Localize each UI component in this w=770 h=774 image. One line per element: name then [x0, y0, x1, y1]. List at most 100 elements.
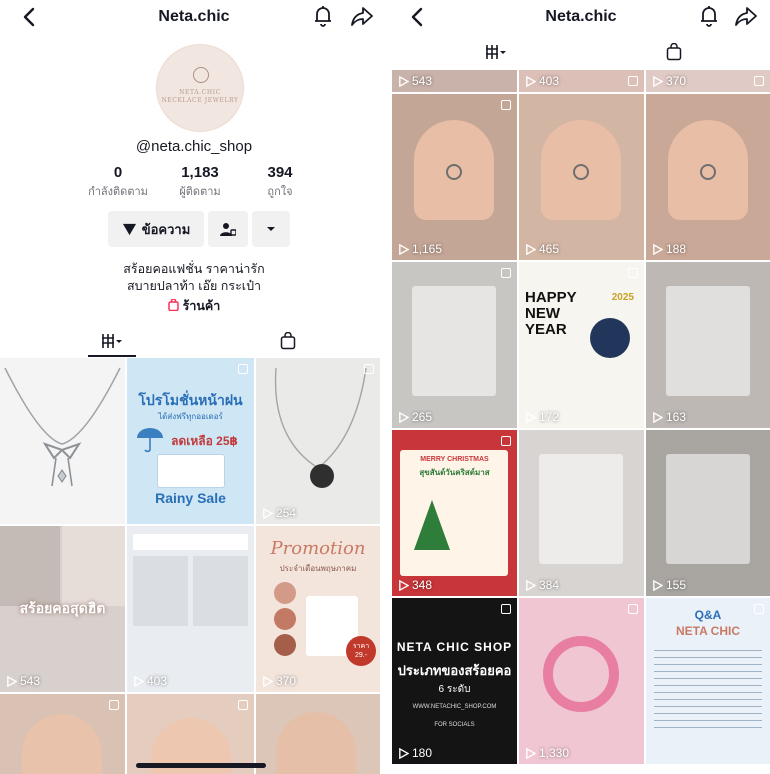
play-icon: [134, 675, 144, 687]
promotion-subtitle: ประจำเดือนพฤษภาคม: [279, 564, 357, 573]
logo-mark-icon: [193, 67, 209, 83]
view-count: 265: [398, 410, 432, 424]
stat-following[interactable]: 0 กำลังติดตาม: [78, 164, 158, 200]
hand-shape: [22, 714, 102, 774]
stat-following-label: กำลังติดตาม: [88, 186, 148, 198]
play-icon: [399, 243, 409, 255]
multi-photo-icon: [501, 268, 511, 278]
video-tile[interactable]: 543: [392, 70, 517, 92]
shop-tab-icon: [666, 43, 682, 61]
hand-shape: [276, 712, 356, 774]
bell-icon[interactable]: [312, 4, 334, 28]
stat-following-value: 0: [113, 164, 123, 181]
video-tile[interactable]: 403: [519, 70, 644, 92]
view-count-value: 188: [666, 242, 687, 256]
avatar-logo-line-1: NETA.CHIC: [179, 89, 221, 96]
view-count: 1,165: [398, 242, 442, 256]
video-tile[interactable]: โปรโมชั่นหน้าฝน ได้ส่งฟรีทุกออเดอร์ ลดเห…: [127, 358, 254, 524]
website-caption: WWW.NETACHIC_SHOP.COM: [412, 704, 497, 710]
message-button-label: ข้อความ: [141, 221, 191, 237]
play-icon: [399, 411, 409, 423]
play-icon: [526, 579, 536, 591]
view-count: 543: [398, 74, 432, 88]
video-tile[interactable]: 188: [646, 94, 770, 260]
pendant-shape: [573, 164, 589, 180]
share-icon[interactable]: [734, 4, 758, 28]
view-count: 155: [652, 578, 686, 592]
swatch-1: [274, 582, 296, 604]
multi-photo-icon: [364, 364, 374, 374]
promotion-caption: Promotion: [270, 538, 366, 559]
qa-caption: Q&A: [694, 608, 722, 622]
view-count-value: 1,165: [412, 242, 443, 256]
view-count: 370: [652, 74, 686, 88]
send-icon: [122, 223, 136, 235]
tab-shop[interactable]: [270, 327, 306, 355]
video-tile[interactable]: 265: [392, 262, 517, 428]
play-icon: [399, 579, 409, 591]
stat-followers[interactable]: 1,183 ผู้ติดตาม: [160, 164, 240, 200]
play-icon: [526, 75, 536, 87]
pendant-shape: [700, 164, 716, 180]
tab-videos[interactable]: [476, 38, 516, 66]
view-count-value: 1,330: [539, 746, 570, 760]
video-grid-right: 543 403 370 1,165 465 188 265 HAPPY NEW YEAR 202…: [392, 70, 770, 764]
video-tile[interactable]: [0, 358, 125, 524]
video-tile[interactable]: 1,165: [392, 94, 517, 260]
view-count-value: 254: [276, 506, 297, 520]
stat-likes-label: ถูกใจ: [267, 186, 293, 198]
multi-photo-icon: [628, 268, 638, 278]
bell-icon[interactable]: [698, 4, 720, 28]
video-tile[interactable]: Promotion ประจำเดือนพฤษภาคม ราคา 29.- 37…: [256, 526, 380, 692]
video-tile[interactable]: 403: [127, 526, 254, 692]
share-icon[interactable]: [350, 4, 374, 28]
top-bar: Neta.chic: [392, 0, 770, 34]
stat-likes[interactable]: 394 ถูกใจ: [240, 164, 320, 200]
view-count: 180: [398, 746, 432, 760]
avatar[interactable]: NETA.CHIC NECKLACE JEWELRY: [156, 44, 244, 132]
video-tile[interactable]: MERRY CHRISTMAS สุขสันต์วันคริสต์มาส 348: [392, 430, 517, 596]
tab-shop[interactable]: [656, 38, 692, 66]
price-badge: ราคา 29.-: [346, 636, 376, 666]
add-friend-button[interactable]: [208, 211, 248, 247]
view-count-value: 465: [539, 242, 560, 256]
christmas-caption: MERRY CHRISTMAS: [420, 456, 489, 463]
video-tile[interactable]: สร้อยคอสุดฮิต 543: [0, 526, 125, 692]
tab-videos[interactable]: [88, 327, 136, 357]
video-tile[interactable]: 163: [646, 262, 770, 428]
view-count: 254: [262, 506, 296, 520]
thumbnail-photo-b: [62, 526, 125, 606]
message-button[interactable]: ข้อความ: [108, 211, 204, 247]
active-tab-indicator: [88, 355, 136, 357]
video-tile[interactable]: [127, 694, 254, 774]
view-count: 384: [525, 578, 559, 592]
pendant-shape: [446, 164, 462, 180]
video-tile[interactable]: 254: [256, 358, 380, 524]
video-tile[interactable]: 370: [646, 70, 770, 92]
video-tile[interactable]: [256, 694, 380, 774]
video-tile[interactable]: 384: [519, 430, 644, 596]
video-tile[interactable]: 1,330: [519, 598, 644, 764]
video-tile[interactable]: 465: [519, 94, 644, 260]
more-options-button[interactable]: [252, 211, 290, 247]
video-tile[interactable]: HAPPY NEW YEAR 2025 172: [519, 262, 644, 428]
video-tile[interactable]: [0, 694, 125, 774]
home-indicator: [136, 763, 266, 768]
video-tile[interactable]: Q&A NETA CHIC: [646, 598, 770, 764]
stat-likes-value: 394: [267, 164, 293, 181]
video-tile[interactable]: NETA CHIC SHOP ประเภทของสร้อยคอ 6 ระดับ WWW…: [392, 598, 517, 764]
avatar-logo-text: NETA.CHIC NECKLACE JEWELRY: [157, 89, 243, 105]
view-count-value: 370: [666, 74, 687, 88]
multi-photo-icon: [109, 700, 119, 710]
shop-link[interactable]: ร้านค้า: [0, 296, 388, 316]
profile-handle: @neta.chic_shop: [135, 138, 253, 155]
video-tile[interactable]: 155: [646, 430, 770, 596]
multi-photo-icon: [238, 364, 248, 374]
package-card: [666, 454, 750, 564]
promo-subtitle: ได้ส่งฟรีทุกออเดอร์: [158, 412, 223, 421]
play-icon: [399, 75, 409, 87]
view-count-value: 543: [20, 674, 41, 688]
screenshot-header: [133, 534, 248, 550]
view-count: 403: [525, 74, 559, 88]
content-tabs: [392, 38, 770, 68]
